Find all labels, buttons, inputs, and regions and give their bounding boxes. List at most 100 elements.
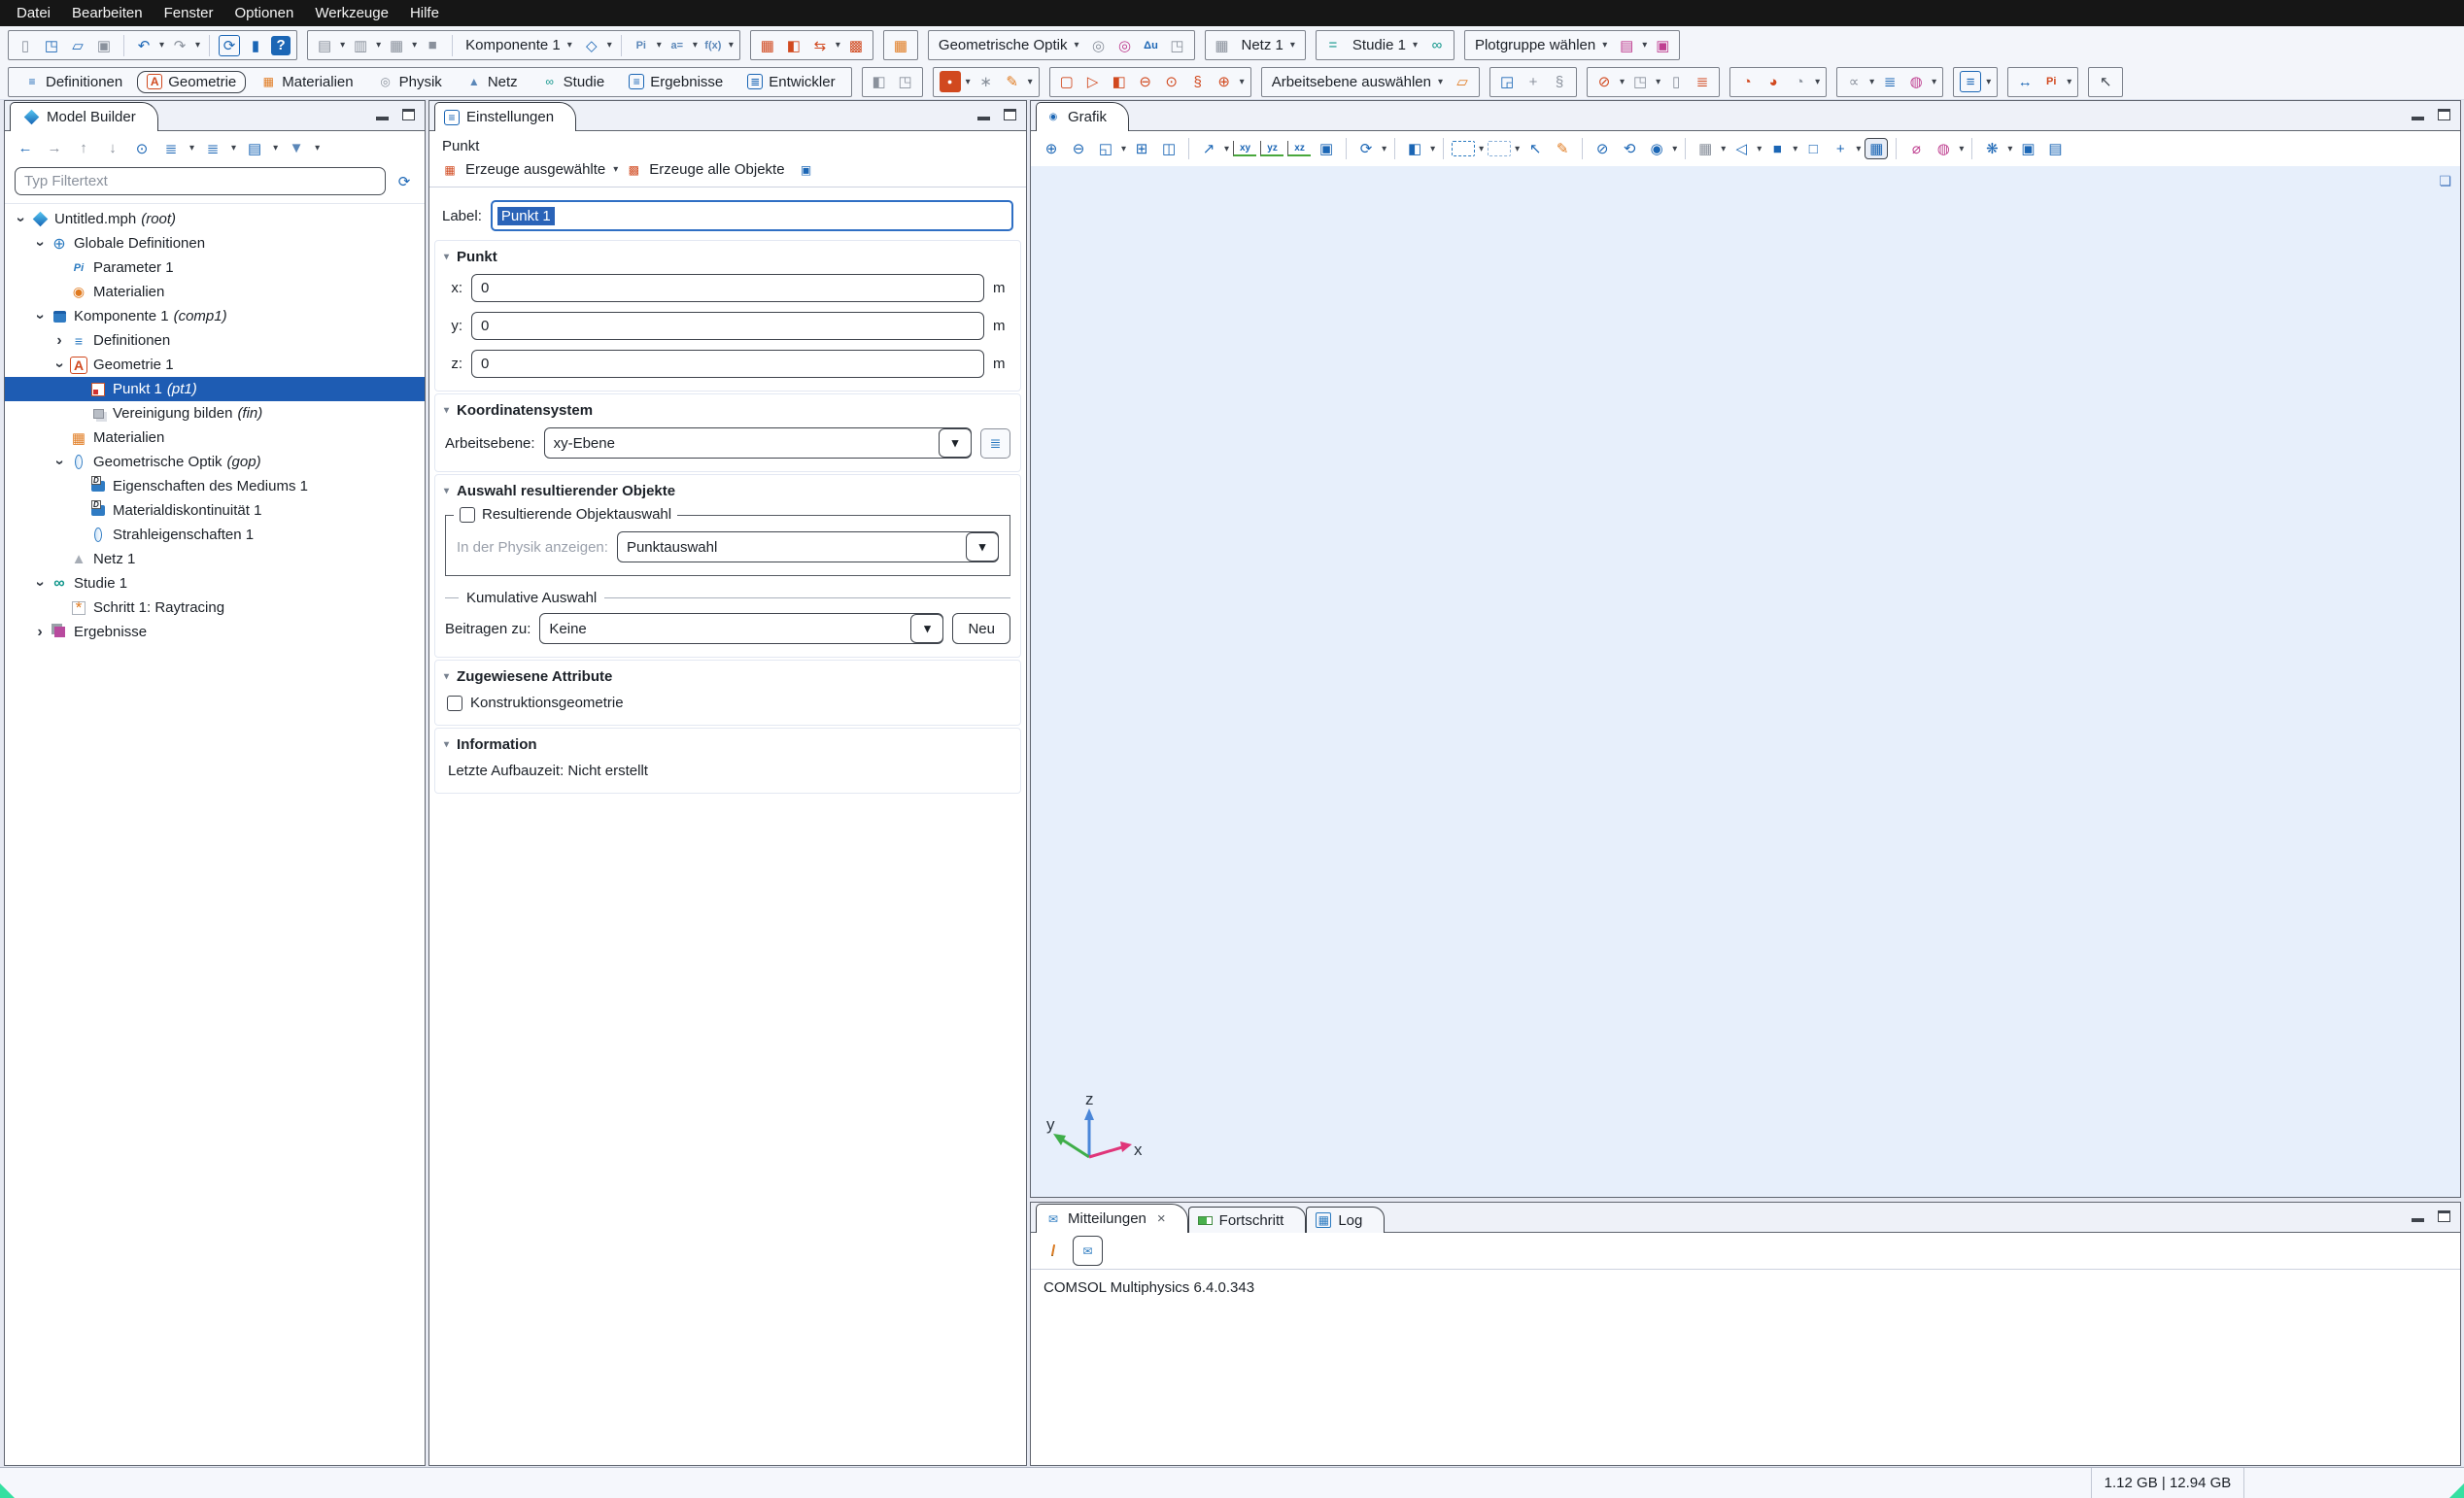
expand-all-icon[interactable] [202, 138, 223, 159]
plot-window-icon[interactable] [1652, 35, 1673, 56]
zoom-fit-icon[interactable] [1157, 138, 1181, 159]
open-messages-window-button[interactable] [1073, 1236, 1103, 1266]
expander[interactable] [31, 236, 49, 252]
add-node-chevron[interactable] [340, 40, 345, 51]
more-primitives-chevron[interactable] [1240, 77, 1245, 87]
chain-selection-icon[interactable] [1843, 71, 1865, 92]
resize-grip-left[interactable] [0, 1483, 15, 1498]
messages-tab[interactable]: Mitteilungen [1036, 1204, 1188, 1233]
block-primitive-icon[interactable] [1056, 71, 1078, 92]
transforms-icon[interactable] [1629, 71, 1651, 92]
hide-objects-icon[interactable] [1591, 138, 1614, 159]
add-physics-icon[interactable] [1088, 35, 1110, 56]
parameter-measure-icon[interactable] [2040, 71, 2062, 92]
new-file-icon[interactable] [15, 35, 36, 56]
model-builder-minimize-button[interactable] [376, 117, 389, 120]
axes-icon[interactable] [1829, 138, 1852, 159]
expander[interactable] [32, 624, 48, 641]
defeaturing-chevron[interactable] [1815, 77, 1820, 87]
graphics-minimize-button[interactable] [2412, 117, 2424, 120]
sphere-primitive-icon[interactable] [1135, 71, 1156, 92]
add-dependent-variable-icon[interactable] [1141, 35, 1162, 56]
back-icon[interactable] [15, 138, 36, 159]
tree-item-geometrische-optik[interactable]: Geometrische Optik (gop) [5, 450, 425, 474]
booleans-icon[interactable] [1593, 71, 1615, 92]
scene-light-chevron[interactable] [1757, 144, 1762, 154]
tree-item-schritt-raytracing[interactable]: Schritt 1: Raytracing [5, 596, 425, 620]
booleans-chevron[interactable] [1620, 77, 1625, 87]
menu-werkzeuge[interactable]: Werkzeuge [304, 0, 399, 26]
contribute-select[interactable]: Keine [539, 613, 943, 644]
clear-plot-icon[interactable] [1904, 138, 1928, 159]
redo-chevron[interactable] [195, 40, 200, 51]
build-window-icon[interactable] [783, 35, 804, 56]
y-input[interactable] [471, 312, 984, 340]
transparency-icon[interactable] [1403, 138, 1426, 159]
settings-minimize-button[interactable] [977, 117, 990, 120]
wireframe-chevron[interactable] [1721, 144, 1726, 154]
build-all-button[interactable]: Erzeuge alle Objekte [649, 161, 784, 178]
open-file-icon[interactable] [41, 35, 62, 56]
mesh-combo[interactable]: Netz 1 [1238, 37, 1299, 53]
model-builder-tab[interactable]: Model Builder [10, 102, 158, 131]
tab-netz[interactable]: Netz [457, 71, 528, 93]
deselect-box-icon[interactable] [1488, 141, 1511, 156]
resize-grip-right[interactable] [2449, 1483, 2464, 1498]
messages-tab-close-icon[interactable] [1157, 1210, 1166, 1227]
tree-item-parameter-1[interactable]: Parameter 1 [5, 255, 425, 280]
build-selected-button[interactable]: Erzeuge ausgewählte [465, 161, 605, 178]
section-auswahl-header[interactable]: Auswahl resultierender Objekte [435, 477, 1020, 503]
tree-item-materialien-global[interactable]: Materialien [5, 280, 425, 304]
expander[interactable] [51, 332, 67, 350]
tree-item-definitionen[interactable]: Definitionen [5, 328, 425, 353]
expander[interactable] [31, 576, 49, 592]
move-up-icon[interactable] [73, 138, 94, 159]
grid-icon[interactable] [1865, 138, 1888, 159]
build-settings-lock-icon[interactable] [940, 71, 961, 92]
parameter-measure-chevron[interactable] [2067, 77, 2071, 87]
functions-chevron[interactable] [729, 40, 734, 51]
build-all-icon[interactable] [845, 35, 867, 56]
refresh-filter-icon[interactable] [394, 171, 415, 192]
tree-item-eigenschaften-mediums[interactable]: Eigenschaften des Mediums 1 [5, 474, 425, 498]
tree-item-materialdiskontinuitaet[interactable]: Materialdiskontinuität 1 [5, 498, 425, 523]
render-options-icon[interactable] [1765, 138, 1789, 159]
zoom-box-icon[interactable] [1094, 138, 1117, 159]
tab-definitionen[interactable]: Definitionen [15, 71, 132, 93]
update-plot-chevron[interactable] [2007, 144, 2012, 154]
undo-icon[interactable] [133, 35, 154, 56]
select-pointer-icon[interactable] [1523, 138, 1547, 159]
wireframe-icon[interactable] [1694, 138, 1717, 159]
add-multiphysics-icon[interactable] [1114, 35, 1136, 56]
tab-materialien[interactable]: Materialien [251, 71, 362, 93]
insert-node-chevron[interactable] [412, 40, 417, 51]
section-attribute-header[interactable]: Zugewiesene Attribute [435, 663, 1020, 689]
plot-settings-icon[interactable] [799, 162, 814, 178]
menu-hilfe[interactable]: Hilfe [399, 0, 450, 26]
snapshot-icon[interactable] [2016, 138, 2039, 159]
add-component-chevron[interactable] [607, 40, 612, 51]
wand-icon[interactable] [975, 71, 997, 92]
component-combo[interactable]: Komponente 1 [462, 37, 576, 53]
graphics-context-menu-icon[interactable] [2439, 173, 2451, 189]
zoom-extents-icon[interactable] [1130, 138, 1153, 159]
section-koordinatensystem-header[interactable]: Koordinatensystem [435, 396, 1020, 423]
construction-geometry-checkbox[interactable] [447, 696, 462, 711]
help-icon[interactable] [271, 36, 291, 55]
sketch-icon[interactable] [1002, 71, 1023, 92]
section-punkt-header[interactable]: Punkt [435, 243, 1020, 269]
redo-icon[interactable] [169, 35, 190, 56]
plot-stack-chevron[interactable] [1642, 40, 1647, 51]
stop-icon[interactable] [422, 35, 443, 56]
x-input[interactable] [471, 274, 984, 302]
show-icon[interactable] [131, 138, 153, 159]
menu-fenster[interactable]: Fenster [154, 0, 224, 26]
move-down-icon[interactable] [102, 138, 123, 159]
import-table-icon[interactable] [757, 35, 778, 56]
clear-messages-icon[interactable] [1043, 1241, 1064, 1262]
render-options-chevron[interactable] [1793, 144, 1797, 154]
color-selection-chevron[interactable] [1932, 77, 1936, 87]
defeaturing-icon[interactable] [1789, 71, 1810, 92]
model-builder-maximize-button[interactable] [402, 109, 415, 120]
documentation-icon[interactable] [245, 35, 266, 56]
